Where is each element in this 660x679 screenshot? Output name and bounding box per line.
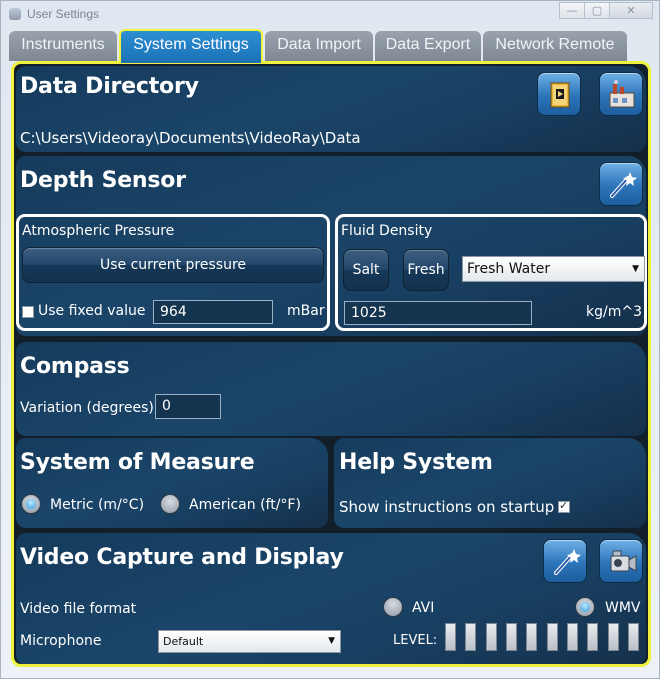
level-bar	[526, 623, 537, 651]
fluid-density-input[interactable]: 1025	[344, 301, 532, 325]
maximize-button[interactable]: ▢	[584, 2, 610, 19]
wand-icon	[610, 172, 637, 198]
chevron-down-icon: ▼	[328, 636, 335, 646]
user-settings-window: User Settings — ▢ ✕ Instruments System S…	[0, 0, 660, 679]
depth-sensor-title: Depth Sensor	[20, 168, 186, 193]
help-system-section: Help System Show instructions on startup	[334, 438, 646, 528]
fluid-density-label: Fluid Density	[341, 223, 433, 239]
show-instructions-checkbox[interactable]	[558, 499, 570, 513]
salt-button[interactable]: Salt	[343, 249, 389, 291]
level-bar	[608, 623, 619, 651]
level-label: LEVEL:	[393, 633, 438, 648]
level-bar	[587, 623, 598, 651]
calibrate-depth-button[interactable]	[599, 162, 643, 206]
data-directory-title: Data Directory	[20, 74, 199, 99]
use-fixed-value-checkbox[interactable]	[22, 306, 34, 318]
level-bar	[506, 623, 517, 651]
variation-label: Variation (degrees)	[20, 400, 154, 416]
compass-section: Compass Variation (degrees) 0	[16, 342, 646, 436]
video-settings-button[interactable]	[543, 539, 587, 583]
atmospheric-pressure-group: Atmospheric Pressure Use current pressur…	[16, 214, 330, 331]
density-unit: kg/m^3	[586, 304, 642, 320]
wand-icon	[554, 549, 581, 575]
chevron-down-icon: ▼	[632, 264, 639, 274]
data-directory-section: Data Directory C:\Users\Videoray\Documen…	[16, 66, 646, 152]
avi-radio[interactable]	[383, 597, 403, 617]
help-system-title: Help System	[339, 450, 493, 475]
settings-tabs: Instruments System Settings Data Import …	[9, 29, 629, 63]
system-of-measure-section: System of Measure Metric (m/°C) American…	[16, 438, 328, 528]
avi-label: AVI	[412, 600, 435, 616]
american-label: American (ft/°F)	[189, 497, 301, 513]
fluid-type-select[interactable]: Fresh Water ▼	[462, 256, 645, 282]
title-bar[interactable]: User Settings — ▢ ✕	[1, 1, 659, 27]
variation-input[interactable]: 0	[155, 394, 221, 419]
level-bar	[567, 623, 578, 651]
data-directory-path: C:\Users\Videoray\Documents\VideoRay\Dat…	[20, 129, 361, 147]
wmv-radio[interactable]	[575, 597, 595, 617]
level-bar	[628, 623, 639, 651]
fluid-density-group: Fluid Density Salt Fresh Fresh Water ▼ 1…	[335, 214, 647, 331]
factory-icon	[609, 80, 635, 108]
fresh-button[interactable]: Fresh	[403, 249, 449, 291]
fixed-pressure-input[interactable]: 964	[153, 300, 273, 324]
window-controls: — ▢ ✕	[559, 2, 653, 19]
microphone-select[interactable]: Default ▼	[158, 630, 341, 653]
compass-title: Compass	[20, 354, 130, 379]
tab-instruments[interactable]: Instruments	[9, 31, 117, 61]
microphone-selected: Default	[163, 635, 204, 648]
use-fixed-value-label: Use fixed value	[38, 303, 146, 319]
tab-data-export[interactable]: Data Export	[375, 31, 481, 61]
minimize-button[interactable]: —	[559, 2, 585, 19]
close-button[interactable]: ✕	[609, 2, 653, 19]
wmv-label: WMV	[605, 600, 641, 616]
tab-network-remote[interactable]: Network Remote	[483, 31, 627, 61]
tab-system-settings[interactable]: System Settings	[119, 29, 263, 63]
pressure-unit: mBar	[287, 303, 325, 319]
app-icon	[9, 8, 21, 20]
level-bar	[445, 623, 456, 651]
use-current-pressure-button[interactable]: Use current pressure	[22, 247, 324, 283]
american-radio[interactable]	[160, 494, 180, 514]
open-folder-button[interactable]	[537, 72, 581, 116]
atmospheric-pressure-label: Atmospheric Pressure	[22, 223, 175, 239]
video-capture-title: Video Capture and Display	[20, 545, 344, 570]
folder-icon	[550, 82, 570, 108]
level-bar	[547, 623, 558, 651]
video-file-format-label: Video file format	[20, 601, 137, 617]
camcorder-icon	[610, 550, 637, 572]
system-settings-panel: Data Directory C:\Users\Videoray\Documen…	[11, 61, 651, 667]
show-instructions-label: Show instructions on startup	[339, 498, 555, 516]
video-camera-button[interactable]	[599, 539, 643, 583]
metric-radio[interactable]	[21, 494, 41, 514]
depth-sensor-section: Depth Sensor Atmospheric Pressure Use cu…	[16, 156, 647, 336]
fluid-type-selected: Fresh Water	[467, 261, 551, 277]
microphone-label: Microphone	[20, 633, 102, 649]
level-bar	[465, 623, 476, 651]
level-bar	[486, 623, 497, 651]
tab-data-import[interactable]: Data Import	[265, 31, 373, 61]
browse-location-button[interactable]	[599, 72, 643, 116]
window-title: User Settings	[27, 7, 100, 21]
system-of-measure-title: System of Measure	[20, 450, 255, 475]
metric-label: Metric (m/°C)	[50, 497, 145, 513]
